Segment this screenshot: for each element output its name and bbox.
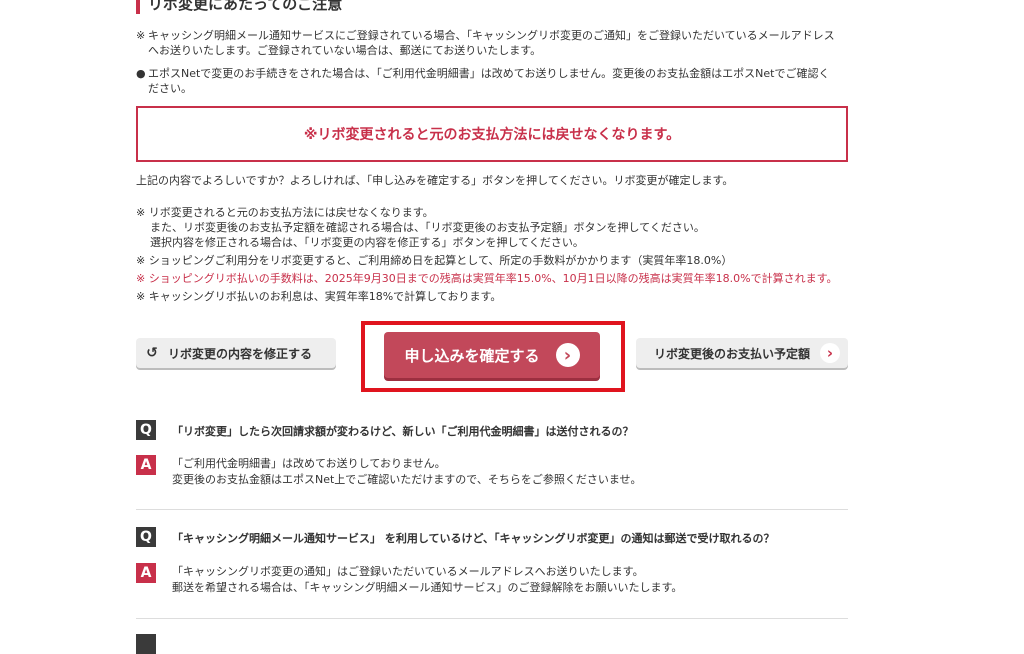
faq-answer: 「ご利用代金明細書」は改めてお送りしておりません。 変更後のお支払金額はエポスN… [172,456,642,488]
note-text: へお送りいたします。ご登録されていない場合は、郵送にてお送りいたします。 [148,44,542,57]
confirm-button-label: 申し込みを確定する [404,346,540,365]
arrow-right-icon: › [555,343,580,367]
note-email: ※ キャッシング明細メール通知サービスにご登録されている場合、「キャッシングリボ変… [136,28,848,58]
faq-answer: 「キャッシングリボ変更の通知」はご登録いただいているメールアドレスへお送りいたし… [172,564,682,596]
question-badge: Q [136,527,156,547]
faq-answer-line: 「ご利用代金明細書」は改めてお送りしておりません。 [172,457,446,470]
question-badge: Q [136,420,156,440]
note-mark: ● [136,67,146,80]
divider [136,509,848,510]
answer-badge: A [136,563,156,583]
notes-block: ※ リボ変更されると元のお支払方法には戻せなくなります。 また、リボ変更後のお支… [136,205,848,304]
back-icon: ↺ [146,345,158,361]
note-text-red: ※ ショッピングリボ払いの手数料は、2025年9月30日までの残高は実質年率15… [136,272,838,285]
faq-question: 「リボ変更」したら次回請求額が変わるけど、新しい「ご利用代金明細書」は送付される… [172,425,634,438]
confirm-button[interactable]: 申し込みを確定する › [384,332,600,378]
note-text: また、リボ変更後のお支払予定額を確認される場合は、「リボ変更後のお支払予定額」ボ… [150,221,705,234]
note-text: ※ キャッシングリボ払いのお利息は、実質年率18%で計算しております。 [136,290,502,303]
modify-button[interactable]: ↺ リボ変更の内容を修正する [136,338,336,368]
note-text: ※ ショッピングご利用分をリボ変更すると、ご利用締め日を起算として、所定の手数料… [136,254,733,267]
note-text: ※ リボ変更されると元のお支払方法には戻せなくなります。 [136,206,434,219]
faq-answer-line: 「キャッシングリボ変更の通知」はご登録いただいているメールアドレスへお送りいたし… [172,565,644,578]
note-eposnet: ● エポスNetで変更のお手続きをされた場合は、「ご利用代金明細書」は改めてお送り… [136,66,848,96]
question-badge-partial [136,634,156,654]
answer-badge: A [136,455,156,475]
note-text: 選択内容を修正される場合は、「リボ変更の内容を修正する」ボタンを押してください。 [150,236,584,249]
payment-schedule-button[interactable]: リボ変更後のお支払い予定額 › [636,338,848,368]
payment-schedule-label: リボ変更後のお支払い予定額 [653,346,810,361]
note-text: エポスNetで変更のお手続きをされた場合は、「ご利用代金明細書」は改めてお送りし… [148,67,830,80]
warning-box: ※リボ変更されると元のお支払方法には戻せなくなります。 [136,106,848,162]
note-mark: ※ [136,29,146,42]
confirm-prompt: 上記の内容でよろしいですか？よろしければ、「申し込みを確定する」ボタンを押してく… [136,174,734,187]
modify-button-label: リボ変更の内容を修正する [168,346,313,361]
section-title: リボ変更にあたってのご注意 [136,0,342,14]
faq-question: 「キャッシング明細メール通知サービス」 を利用しているけど、「キャッシングリボ変… [172,532,775,545]
note-text: ださい。 [148,82,192,95]
faq-answer-line: 郵送を希望される場合は、「キャッシング明細メール通知サービス」のご登録解除をお願… [172,581,683,594]
divider [136,618,848,619]
note-text: キャッシング明細メール通知サービスにご登録されている場合、「キャッシングリボ変更… [148,29,835,42]
faq-answer-line: 変更後のお支払金額はエポスNet上でご確認いただけますので、そちらをご参照くださ… [172,473,642,486]
arrow-right-icon: › [820,343,840,363]
